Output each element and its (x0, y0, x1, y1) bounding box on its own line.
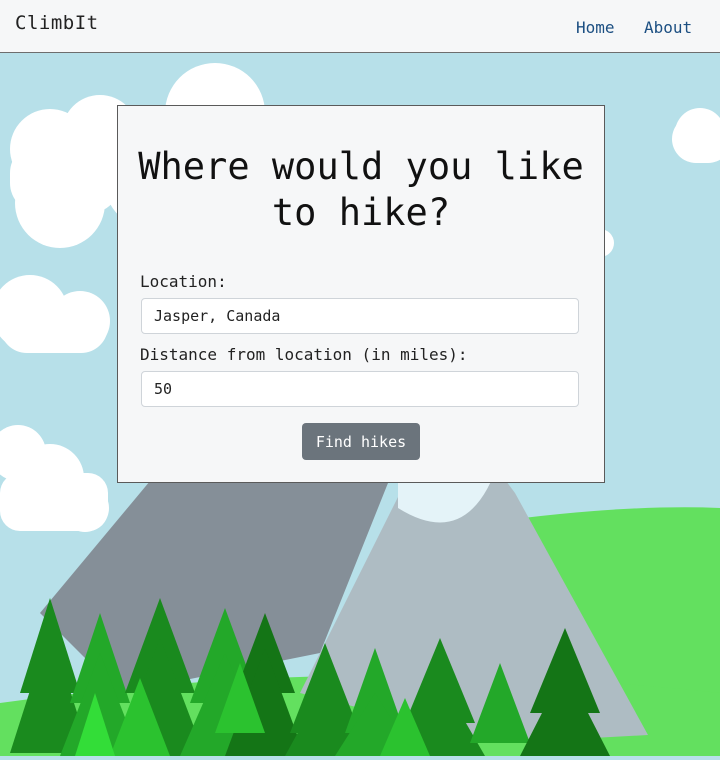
navbar: ClimbIt Home About (0, 0, 720, 53)
search-card: Where would you like to hike? Location: … (117, 105, 605, 483)
location-input[interactable] (141, 298, 579, 334)
distance-label: Distance from location (in miles): (140, 345, 468, 364)
nav-link-about[interactable]: About (644, 18, 692, 37)
nav-link-home[interactable]: Home (576, 18, 615, 37)
page-title: Where would you like to hike? (138, 145, 584, 234)
find-hikes-button[interactable]: Find hikes (302, 423, 420, 460)
distance-input[interactable] (141, 371, 579, 407)
brand-logo[interactable]: ClimbIt (15, 12, 99, 34)
location-label: Location: (140, 272, 227, 291)
